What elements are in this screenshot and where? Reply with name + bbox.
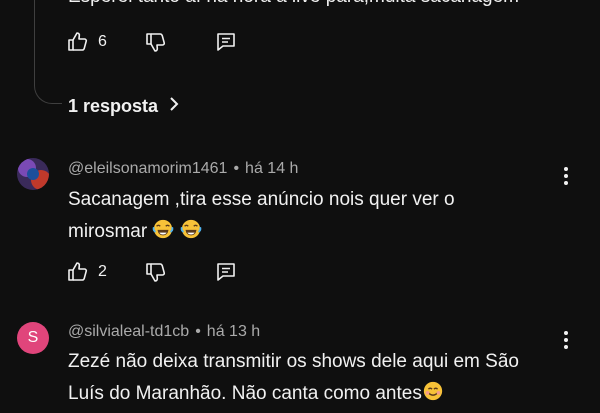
comment-header: @eleilsonamorim1461 • há 14 h <box>68 160 298 178</box>
comment-text-line: Zezé não deixa transmitir os shows dele … <box>68 351 519 372</box>
replies-label: 1 resposta <box>68 96 159 116</box>
reply-button[interactable] <box>214 260 238 284</box>
view-replies-button[interactable]: 1 resposta <box>68 96 180 117</box>
chevron-right-icon <box>158 96 180 117</box>
thumbs-down-icon <box>144 260 168 284</box>
author-name[interactable]: @eleilsonamorim1461 <box>68 160 227 177</box>
like-button[interactable]: 6 <box>66 30 107 54</box>
comment-text: Zezé não deixa transmitir os shows dele … <box>68 346 519 413</box>
timestamp: há 14 h <box>245 160 299 177</box>
like-button[interactable]: 2 <box>66 260 107 284</box>
avatar[interactable]: S <box>17 322 49 354</box>
thumbs-up-icon <box>66 30 90 54</box>
more-options-button[interactable] <box>556 328 576 352</box>
reply-button[interactable] <box>214 30 238 54</box>
comment-text: Sacanagem ,tira esse anúncio nois quer v… <box>68 184 455 251</box>
thumbs-up-icon <box>66 260 90 284</box>
timestamp: há 13 h <box>206 323 261 340</box>
dislike-button[interactable] <box>144 260 168 284</box>
dislike-button[interactable] <box>144 30 168 54</box>
more-options-button[interactable] <box>556 164 576 188</box>
header-separator: • <box>233 160 240 177</box>
comment-text-line: mirosmar <box>68 216 455 251</box>
thumbs-down-icon <box>144 30 168 54</box>
comment-text-line2: Luís do Maranhão. Não canta como antes <box>68 383 422 404</box>
header-separator: • <box>195 323 201 340</box>
face-with-tears-of-joy-icon <box>152 218 174 251</box>
comment-header: @silvialeal-td1cb • há 13 h <box>68 323 260 341</box>
comment-text-partial: Esperei tanto aí na hora a live para,mui… <box>68 0 519 8</box>
author-name[interactable]: @silvialeal-td1cb <box>68 323 189 340</box>
reply-icon <box>214 260 238 284</box>
avatar-letter: S <box>27 329 39 346</box>
face-with-tears-of-joy-icon <box>180 218 202 251</box>
smiling-face-with-smiling-eyes-icon <box>422 380 444 413</box>
comment-text-line2: mirosmar <box>68 221 148 242</box>
more-vertical-icon <box>564 167 568 171</box>
like-count: 6 <box>98 33 107 50</box>
like-count: 2 <box>98 263 107 280</box>
more-vertical-icon <box>564 331 568 335</box>
comment-text-line: Luís do Maranhão. Não canta como antes <box>68 378 519 413</box>
reply-thread-line <box>34 0 62 104</box>
avatar[interactable] <box>17 158 49 190</box>
comment-text-line: Sacanagem ,tira esse anúncio nois quer v… <box>68 189 455 210</box>
reply-icon <box>214 30 238 54</box>
